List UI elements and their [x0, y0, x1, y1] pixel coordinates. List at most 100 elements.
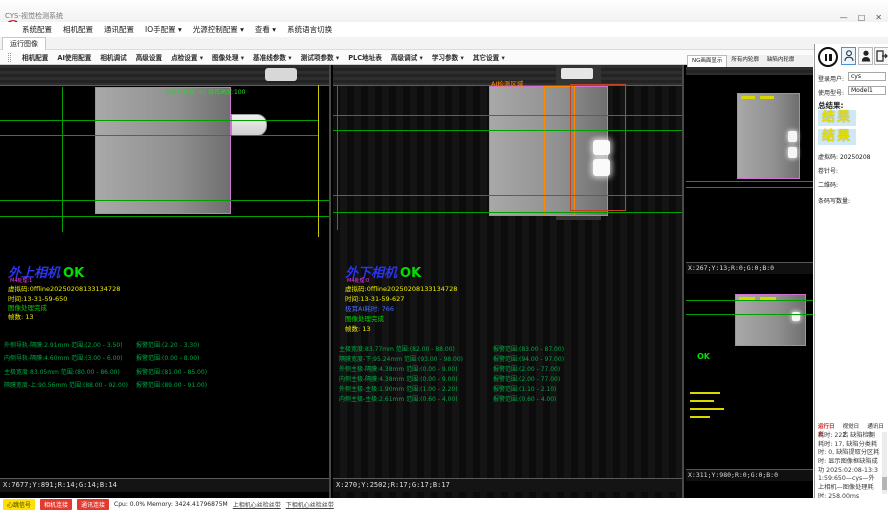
- roi-height-label: N极耳高度: 93 极耳高度:100: [166, 87, 245, 96]
- measurement-row: 主极宽度:83.77mm 范围:(82.00 - 88.00): [339, 344, 455, 353]
- user-button[interactable]: [841, 47, 856, 65]
- thumbnail-tabs: NG画面显示 所有内轮廓 缺陷内轮廓: [687, 55, 813, 67]
- right-sidebar: 登录用户: cys 使用型号: Model1 总结果: 结果 结果 虚拟码: 2…: [814, 44, 888, 498]
- operator-button[interactable]: [858, 47, 873, 65]
- menu-bar: 系统配置 相机配置 通讯配置 IO手配置 ▾ 光源控制配置 ▾ 查看 ▾ 系统语…: [0, 22, 888, 37]
- process-done-line: 图像处理完成: [345, 313, 384, 323]
- tab-all-contours[interactable]: 所有内轮廓: [727, 55, 763, 67]
- tab-strip: 运行图像: [0, 37, 888, 50]
- measurement-row: 外侧主极-主极:1.90mm 范围:(1.00 - 2.20): [339, 384, 458, 393]
- pixel-coordinate-bar: X:311;Y:980;R:0;G:0;B:0: [686, 469, 813, 481]
- menu-item-language[interactable]: 系统语言切换: [287, 24, 332, 35]
- log-text: 耗时: 222, 缺陷检测耗时: 17, 缺陷分类耗时: 0, 缺陷提取分区耗时…: [818, 432, 880, 501]
- menu-item-comm-config[interactable]: 通讯配置: [104, 24, 134, 35]
- measurement-row: 内侧主极-主极:2.61mm 范围:(0.60 - 4.00): [339, 394, 458, 403]
- tool-advanced-settings[interactable]: 高级设置: [136, 52, 162, 62]
- pause-icon: [829, 54, 832, 61]
- virtual-code-value: 20250208: [840, 154, 871, 161]
- close-icon[interactable]: ✕: [875, 13, 882, 22]
- tab-defect-contours[interactable]: 缺陷内轮廓: [763, 55, 799, 67]
- tool-learn-params[interactable]: 学习参数 ▾: [432, 52, 464, 62]
- ai-area-label: AI检测区域: [491, 78, 523, 88]
- toolbar-grip-icon[interactable]: [8, 53, 11, 62]
- tab-highlight: [593, 159, 610, 176]
- menu-item-light-config[interactable]: 光源控制配置 ▾: [193, 24, 244, 35]
- title-bar: CYS-视觉检测系统 — □ ✕: [0, 0, 888, 22]
- pause-icon: [825, 54, 828, 61]
- ng-preview-upper[interactable]: [686, 67, 813, 262]
- minimize-icon[interactable]: —: [840, 13, 848, 22]
- alarm-range: 报警范围:(0.00 - 8.00): [136, 353, 199, 362]
- tab-ng-display[interactable]: NG画面显示: [687, 55, 727, 67]
- log-mini-line: [690, 416, 710, 418]
- tool-camera-config[interactable]: 相机配置: [22, 52, 48, 62]
- frame-count-line: 帧数: 13: [8, 311, 34, 321]
- virtual-code-line: 虚拟码:0ffline20250208133134728: [345, 283, 457, 293]
- tool-test-params[interactable]: 测试项参数 ▾: [301, 52, 340, 62]
- menu-item-view[interactable]: 查看 ▾: [255, 24, 276, 35]
- baseline-line: [0, 85, 331, 86]
- machine-band: [686, 67, 813, 75]
- log-mini-line: [690, 408, 724, 410]
- scrollbar-thumb[interactable]: [882, 477, 887, 490]
- tool-image-processing[interactable]: 图像处理 ▾: [212, 52, 244, 62]
- logout-button[interactable]: [874, 47, 888, 65]
- logout-door-icon: [876, 50, 888, 62]
- thumbnail-column: X:267;Y:13;R:0;G:0;B:0 OK X:311;Y:980;R:…: [686, 65, 813, 498]
- measure-vline-yellow: [318, 85, 319, 237]
- login-user-label: 登录用户:: [818, 74, 844, 83]
- lower-camera-status[interactable]: 下相机心丝检丝带: [286, 500, 334, 509]
- user-icon: [844, 50, 854, 62]
- heartbeat-badge: 心跳信号: [3, 499, 35, 510]
- tab-highlight: [788, 147, 797, 158]
- roi-mini-label: [741, 96, 755, 99]
- comm-link-badge: 通讯连接: [77, 499, 109, 510]
- tool-camera-debug[interactable]: 相机调试: [100, 52, 126, 62]
- barcode-count-label: 条码写数量:: [818, 196, 850, 205]
- user-solid-icon: [861, 50, 871, 62]
- measure-line: [333, 115, 684, 116]
- pixel-coordinate-bar: X:267;Y:13;R:0;G:0;B:0: [686, 262, 813, 274]
- app-window: CYS-视觉检测系统 — □ ✕ C 系统配置 相机配置 通讯配置 IO手配置 …: [0, 0, 888, 522]
- measure-line: [0, 135, 318, 136]
- menu-item-camera-config[interactable]: 相机配置: [63, 24, 93, 35]
- camera-view-upper[interactable]: N极耳高度: 93 极耳高度:100 外上相机OK M4处理:1 虚拟码:0ff…: [0, 65, 331, 498]
- measure-line: [686, 187, 813, 188]
- pause-button[interactable]: [818, 47, 838, 67]
- model-field[interactable]: Model1: [848, 86, 886, 95]
- tab-highlight: [788, 131, 797, 142]
- measure-line: [686, 300, 813, 301]
- measurement-row: 内侧导轨-隔膜:4.60mm 范围:(3.00 - 6.00): [4, 353, 123, 362]
- tool-spot-check[interactable]: 点检设置 ▾: [171, 52, 203, 62]
- roi-mini-label: [760, 96, 774, 99]
- alarm-range: 报警范围:(0.60 - 4.00): [493, 394, 556, 403]
- tool-advanced-debug[interactable]: 高级调试 ▾: [391, 52, 423, 62]
- result-ok: OK: [400, 266, 421, 281]
- alarm-range: 报警范围:(94.00 - 97.00): [493, 354, 564, 363]
- measure-line: [686, 314, 813, 315]
- ng-preview-lower[interactable]: OK: [686, 274, 813, 469]
- log-scrollbar[interactable]: [882, 432, 887, 494]
- tool-baseline-params[interactable]: 基准线参数 ▾: [253, 52, 292, 62]
- upper-camera-status[interactable]: 上相机心丝检丝带: [233, 500, 281, 509]
- tool-ai-usage[interactable]: AI使用配置: [57, 52, 91, 62]
- measure-line: [686, 181, 813, 182]
- frame-count-line: 帧数: 13: [345, 323, 371, 333]
- tool-plc-table[interactable]: PLC地址表: [348, 52, 382, 62]
- pixel-coordinate-bar: X:270;Y:2502;R:17;G:17;B:17: [333, 478, 682, 492]
- camera-view-lower[interactable]: AI检测区域 外下相机OK M4处理:0 虚拟码:0ffline20250208…: [333, 65, 684, 498]
- tool-other-settings[interactable]: 其它设置 ▾: [473, 52, 505, 62]
- measure-line: [0, 200, 331, 201]
- menu-item-system-config[interactable]: 系统配置: [22, 24, 52, 35]
- measure-line: [0, 216, 331, 217]
- camera-link-badge: 相机连接: [40, 499, 72, 510]
- measurement-row: 外侧主极-隔膜:4.38mm 范围:(0.00 - 9.00): [339, 364, 458, 373]
- window-controls: — □ ✕: [840, 13, 882, 22]
- tab-connector: [231, 114, 267, 136]
- maximize-icon[interactable]: □: [858, 13, 866, 22]
- menu-item-io-config[interactable]: IO手配置 ▾: [145, 24, 182, 35]
- login-user-field[interactable]: cys: [848, 72, 886, 81]
- model-label: 使用型号:: [818, 88, 844, 97]
- time-line: 时间:13-31-59-627: [345, 293, 404, 303]
- tab-run-image[interactable]: 运行图像: [2, 37, 46, 50]
